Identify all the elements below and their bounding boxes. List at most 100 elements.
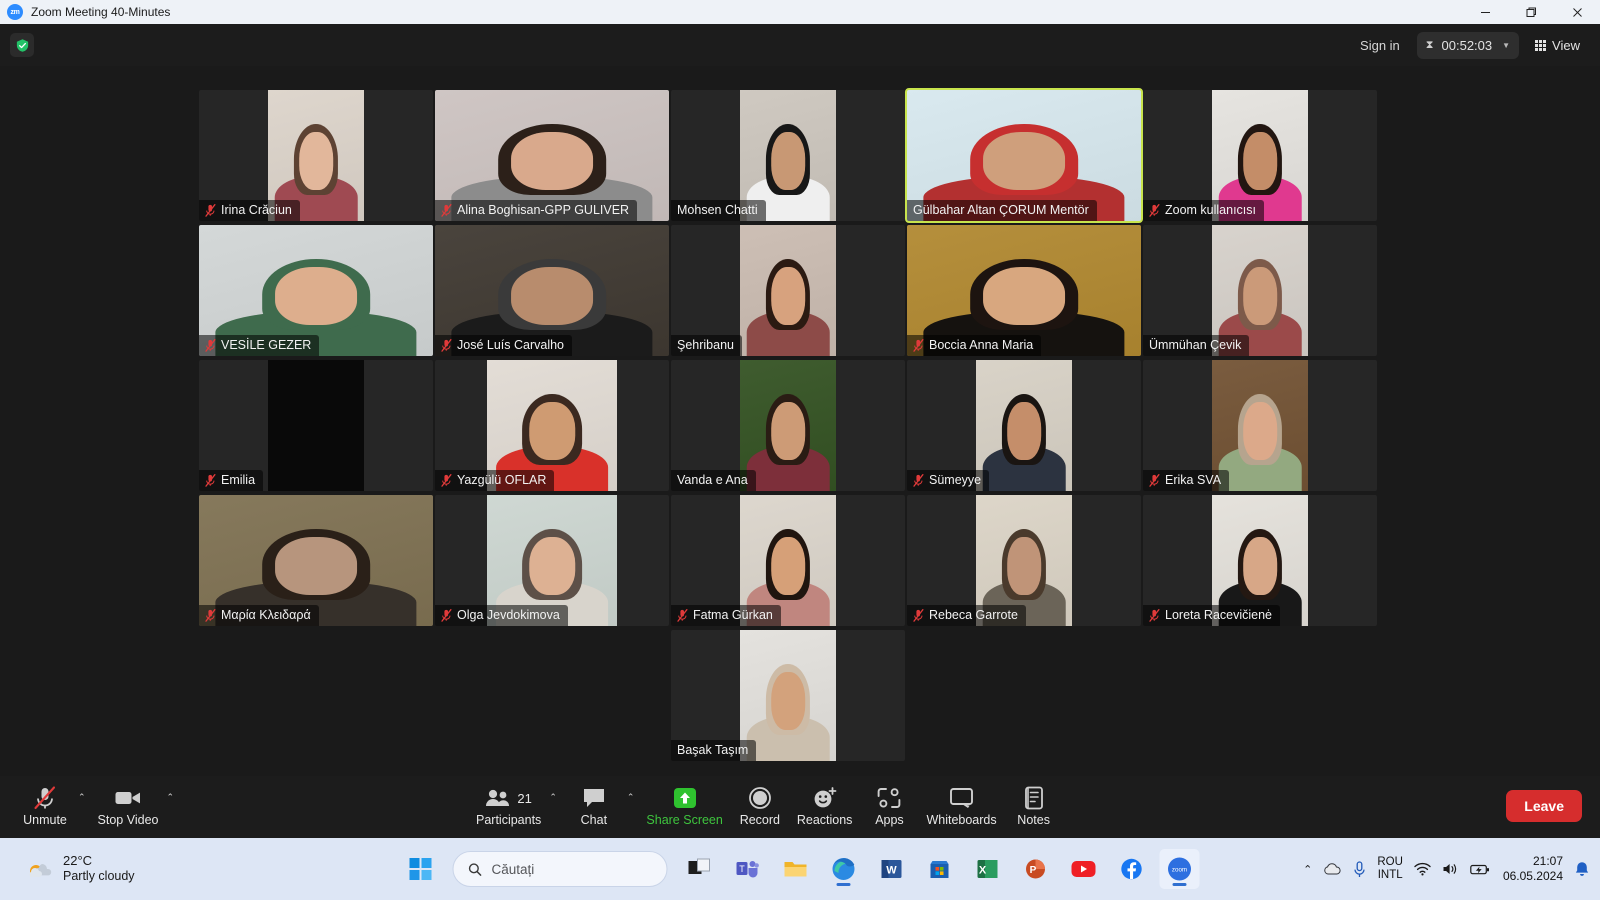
participant-tile[interactable]: VESİLE GEZER — [199, 225, 433, 356]
search-input[interactable]: Căutați — [452, 851, 668, 887]
participant-tile[interactable]: Rebeca Garrote — [907, 495, 1141, 626]
battery-icon[interactable] — [1470, 863, 1490, 876]
facebook-icon[interactable] — [1112, 849, 1152, 889]
chevron-down-icon[interactable]: ▼ — [1502, 41, 1510, 50]
participant-tile[interactable]: Vanda e Ana — [671, 360, 905, 491]
whiteboard-icon — [949, 785, 975, 811]
participant-tile[interactable]: Emilia — [199, 360, 433, 491]
participant-nameplate: Şehribanu — [671, 335, 742, 356]
leave-button[interactable]: Leave — [1506, 790, 1582, 822]
participant-tile[interactable]: Erika SVA — [1143, 360, 1377, 491]
participant-nameplate: Gülbahar Altan ÇORUM Mentör — [907, 200, 1097, 221]
participant-tile[interactable]: Şehribanu — [671, 225, 905, 356]
participant-tile[interactable]: Olga Jevdokimova — [435, 495, 669, 626]
meeting-header: Sign in ⧗ 00:52:03 ▼ View — [0, 24, 1600, 66]
youtube-icon[interactable] — [1064, 849, 1104, 889]
participant-name: Emilia — [221, 473, 256, 487]
edge-icon[interactable] — [824, 849, 864, 889]
toolbar-item-label: Share Screen — [646, 813, 723, 827]
toolbar-notes-button[interactable]: Notes — [1003, 780, 1065, 829]
svg-text:zoom: zoom — [1172, 867, 1187, 874]
weather-widget[interactable]: 22°C Partly cloudy — [26, 853, 135, 883]
microsoft-store-icon[interactable] — [920, 849, 960, 889]
header-right-controls: Sign in ⧗ 00:52:03 ▼ View — [1349, 30, 1590, 60]
zoom-taskbar-icon[interactable]: zoom — [1159, 849, 1200, 889]
participant-name: Ümmühan Çevik — [1149, 338, 1242, 352]
participant-name: Μαρία Κλειδαρά — [221, 608, 311, 622]
chat-bubble-icon — [582, 785, 606, 811]
excel-icon[interactable]: X — [968, 849, 1008, 889]
language-line-1: ROU — [1377, 856, 1403, 869]
participant-name: Gülbahar Altan ÇORUM Mentör — [913, 203, 1089, 217]
toolbar-item-label: Unmute — [23, 813, 67, 827]
participant-tile[interactable]: Mohsen Chatti — [671, 90, 905, 221]
participant-tile[interactable]: Μαρία Κλειδαρά — [199, 495, 433, 626]
toolbar-whiteboards-button[interactable]: Whiteboards — [920, 780, 1002, 829]
shield-check-icon[interactable] — [10, 33, 34, 57]
participant-nameplate: Mohsen Chatti — [671, 200, 766, 221]
participant-tile[interactable]: Ümmühan Çevik — [1143, 225, 1377, 356]
microphone-muted-icon — [913, 338, 924, 352]
powerpoint-icon[interactable]: P — [1016, 849, 1056, 889]
search-placeholder: Căutați — [491, 861, 535, 877]
participant-tile[interactable]: Başak Taşım — [671, 630, 905, 761]
participant-tile[interactable]: Sümeyye — [907, 360, 1141, 491]
microphone-muted-icon — [205, 338, 216, 352]
view-button[interactable]: View — [1525, 32, 1590, 59]
task-view-icon[interactable] — [680, 849, 720, 889]
toolbar-item-group: Whiteboards — [920, 780, 1002, 829]
meeting-timer[interactable]: ⧗ 00:52:03 ▼ — [1416, 31, 1520, 59]
participant-tile[interactable]: Gülbahar Altan ÇORUM Mentör — [905, 88, 1143, 223]
microphone-muted-icon — [441, 473, 452, 487]
toolbar-item-group: 21 Participants ⌃ — [470, 780, 563, 829]
participant-nameplate: Vanda e Ana — [671, 470, 756, 491]
speaker-icon[interactable] — [1442, 862, 1459, 876]
word-icon[interactable]: W — [872, 849, 912, 889]
toolbar-item-group: Share Screen — [640, 780, 728, 829]
maximize-button[interactable] — [1508, 0, 1554, 24]
participant-tile[interactable]: Boccia Anna Maria — [907, 225, 1141, 356]
language-indicator[interactable]: ROU INTL — [1377, 856, 1403, 882]
cloud-icon[interactable] — [1323, 862, 1342, 876]
microphone-muted-icon — [913, 608, 924, 622]
wifi-icon[interactable] — [1414, 862, 1431, 876]
file-explorer-icon[interactable] — [776, 849, 816, 889]
toolbar-chat-button[interactable]: Chat — [563, 780, 625, 829]
taskbar-clock[interactable]: 21:07 06.05.2024 — [1503, 854, 1563, 883]
toolbar-record-button[interactable]: Record — [729, 780, 791, 829]
microphone-muted-icon — [441, 203, 452, 217]
participant-nameplate: Ümmühan Çevik — [1143, 335, 1250, 356]
record-icon — [748, 785, 772, 811]
participant-nameplate: Başak Taşım — [671, 740, 757, 761]
toolbar-apps-button[interactable]: Apps — [858, 780, 920, 829]
participant-nameplate: Sümeyye — [907, 470, 990, 491]
participant-tile[interactable]: Yazgülü OFLAR — [435, 360, 669, 491]
svg-text:X: X — [979, 865, 987, 877]
toolbar-participants-button[interactable]: 21 Participants — [470, 780, 547, 829]
toolbar-share-screen-button[interactable]: Share Screen — [640, 780, 728, 829]
tray-chevron-up-icon[interactable]: ⌃ — [1303, 863, 1312, 876]
microphone-icon[interactable] — [1353, 860, 1366, 878]
participant-tile[interactable]: Fatma Gürkan — [671, 495, 905, 626]
teams-icon[interactable]: T — [728, 849, 768, 889]
participant-tile[interactable]: Irina Crăciun — [199, 90, 433, 221]
participant-tile[interactable]: Alina Boghisan-GPP GULIVER — [435, 90, 669, 221]
sign-in-button[interactable]: Sign in — [1349, 32, 1411, 59]
toolbar-stop-video-button[interactable]: Stop Video — [92, 780, 165, 829]
windows-taskbar: 22°C Partly cloudy Căutați T W X P zoom … — [0, 838, 1600, 900]
bell-icon[interactable] — [1574, 861, 1590, 878]
microphone-muted-icon — [205, 608, 216, 622]
participant-tile[interactable]: Zoom kullanıcısı — [1143, 90, 1377, 221]
minimize-button[interactable] — [1462, 0, 1508, 24]
close-button[interactable] — [1554, 0, 1600, 24]
toolbar-reactions-button[interactable]: Reactions — [791, 780, 859, 829]
windows-start-icon[interactable] — [401, 849, 441, 889]
microphone-muted-icon — [1149, 608, 1160, 622]
participant-tile[interactable]: José Luís Carvalho — [435, 225, 669, 356]
svg-text:W: W — [886, 865, 897, 877]
participant-name: Fatma Gürkan — [693, 608, 773, 622]
toolbar-unmute-button[interactable]: Unmute — [14, 780, 76, 829]
window-controls — [1462, 0, 1600, 24]
participant-tile[interactable]: Loreta Racevičienė — [1143, 495, 1377, 626]
zoom-meeting-window: zm Zoom Meeting 40-Minutes Sign in ⧗ 00:… — [0, 0, 1600, 900]
